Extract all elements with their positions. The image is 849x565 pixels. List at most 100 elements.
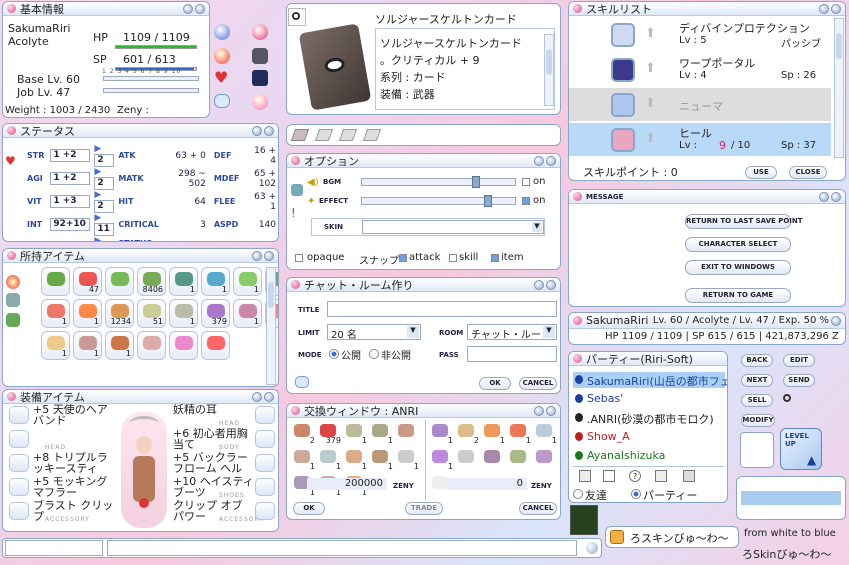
skill-row[interactable]: ⬆ ディバインプロテクション Lv : 5 パッシブ bbox=[569, 18, 831, 51]
trade-slot[interactable]: 1 bbox=[343, 448, 367, 472]
equip-slot-right[interactable]: +6 初心者用胸当て BODY bbox=[171, 428, 277, 451]
card-scrollbar[interactable] bbox=[544, 34, 554, 106]
attack-checkbox[interactable] bbox=[399, 254, 407, 262]
bgm-slider[interactable] bbox=[361, 176, 516, 188]
trade-slot[interactable]: 379 bbox=[317, 422, 341, 446]
skill-scrollbar[interactable] bbox=[834, 18, 844, 158]
trade-slot[interactable]: 1 bbox=[369, 448, 393, 472]
hotkey-slot-icon[interactable] bbox=[338, 129, 358, 141]
return-save-point-button[interactable]: RETURN TO LAST SAVE POINT bbox=[685, 214, 803, 229]
equip-slot-right[interactable]: クリップ オブ パワー ACCESSORY bbox=[171, 500, 277, 523]
raise-arrow-icon[interactable]: ▶ bbox=[94, 167, 101, 177]
emote-face-icon[interactable] bbox=[252, 94, 268, 110]
search-icon[interactable] bbox=[783, 394, 795, 406]
whisper-target-input[interactable] bbox=[5, 540, 103, 556]
status-orb-icon[interactable] bbox=[214, 24, 230, 40]
trade-slot[interactable] bbox=[395, 422, 419, 446]
raise-arrow-icon[interactable]: ▶ bbox=[94, 213, 101, 223]
equip-slot-left[interactable]: +5 天使のヘアバンド bbox=[7, 404, 117, 426]
minimize-button[interactable] bbox=[183, 3, 193, 14]
opaque-checkbox[interactable] bbox=[295, 254, 303, 262]
limit-select[interactable]: 20 名 ▼ bbox=[327, 324, 421, 340]
trade-slot[interactable]: 1 bbox=[395, 448, 419, 472]
party-member[interactable]: Sebas' bbox=[573, 391, 725, 407]
back-button[interactable]: BACK bbox=[741, 354, 773, 367]
inventory-slot[interactable]: 1 bbox=[201, 267, 230, 296]
inventory-slot[interactable] bbox=[201, 331, 230, 360]
chat-cancel-button[interactable]: CANCEL bbox=[519, 377, 557, 390]
trade-slot[interactable]: 2 bbox=[291, 422, 315, 446]
trade-slot[interactable]: 1 bbox=[481, 422, 505, 446]
skill-close-button[interactable]: CLOSE bbox=[789, 166, 827, 179]
inventory-slot[interactable]: 379 bbox=[201, 299, 230, 328]
inventory-slot[interactable] bbox=[41, 267, 70, 296]
effect-slider[interactable] bbox=[361, 195, 516, 207]
private-radio[interactable] bbox=[369, 349, 379, 359]
equip-orb-icon[interactable] bbox=[252, 24, 268, 40]
equip-slot-right[interactable]: +5 バックラーフローム ヘル bbox=[171, 452, 277, 474]
skill-use-button[interactable]: USE bbox=[745, 166, 777, 179]
return-to-game-button[interactable]: RETURN TO GAME bbox=[685, 288, 791, 303]
trade-slot[interactable]: 2 bbox=[455, 422, 479, 446]
link-icon[interactable] bbox=[655, 470, 667, 482]
trade-slot[interactable] bbox=[481, 448, 505, 472]
close-button[interactable] bbox=[264, 250, 274, 261]
equip-slot-right[interactable]: +10 ヘイスティブーツ SHOES bbox=[171, 476, 277, 499]
exit-windows-button[interactable]: EXIT TO WINDOWS bbox=[685, 260, 791, 275]
bgm-checkbox[interactable] bbox=[522, 178, 530, 186]
hotkey-slot-icon[interactable] bbox=[314, 129, 334, 141]
party-member[interactable]: Show_A bbox=[573, 429, 725, 445]
minimize-button[interactable] bbox=[252, 250, 262, 261]
inventory-scrollbar[interactable] bbox=[266, 267, 276, 385]
minimize-button[interactable] bbox=[252, 125, 262, 136]
equip-slot-right[interactable]: 妖精の耳 HEAD bbox=[171, 404, 277, 427]
edit-button[interactable]: EDIT bbox=[783, 354, 815, 367]
inventory-slot[interactable]: 1234 bbox=[105, 299, 134, 328]
hotkey-slot-icon[interactable] bbox=[362, 129, 382, 141]
skill-up-arrow-icon[interactable]: ⬆ bbox=[645, 96, 656, 111]
equip-slot-left[interactable]: ブラスト クリップ ACCESSORY bbox=[7, 500, 117, 523]
password-input[interactable] bbox=[467, 346, 557, 362]
window-icon[interactable] bbox=[291, 184, 303, 196]
raise-arrow-icon[interactable]: ▶ bbox=[94, 236, 101, 241]
inventory-slot[interactable]: 1 bbox=[41, 299, 70, 328]
mini-scroller[interactable] bbox=[570, 505, 598, 535]
trade-slot[interactable]: 1 bbox=[369, 422, 393, 446]
skill-up-arrow-icon[interactable]: ⬆ bbox=[645, 61, 656, 76]
close-button[interactable] bbox=[831, 191, 841, 202]
party-member[interactable]: SakumaRiri(山岳の都市フェ bbox=[573, 372, 727, 388]
minimize-button[interactable] bbox=[252, 391, 262, 402]
hotkey-slot-icon[interactable] bbox=[290, 129, 310, 141]
trade-slot[interactable]: 1 bbox=[317, 448, 341, 472]
trade-slot[interactable] bbox=[507, 448, 531, 472]
item-checkbox[interactable] bbox=[491, 254, 499, 262]
room-type-select[interactable]: チャット・ルー ▼ bbox=[467, 324, 557, 340]
skill-row[interactable]: ⬆ ヒール Lv : 9 / 10 Sp : 37 bbox=[569, 123, 831, 156]
close-button[interactable] bbox=[546, 405, 556, 416]
level-up-icon[interactable]: LEVEL UP ▲ bbox=[780, 428, 822, 470]
skin-select[interactable]: ▼ bbox=[362, 220, 544, 234]
trade-slot[interactable]: 1 bbox=[429, 448, 453, 472]
alert-icon[interactable]: ! bbox=[291, 206, 303, 220]
inventory-slot[interactable] bbox=[169, 331, 198, 360]
minimize-button[interactable] bbox=[534, 405, 544, 416]
party-member[interactable]: .ANRI(砂漠の都市モロク) bbox=[573, 410, 725, 426]
close-button[interactable] bbox=[831, 315, 841, 326]
minimize-button[interactable] bbox=[534, 155, 544, 166]
chat-ok-button[interactable]: OK bbox=[479, 377, 511, 390]
equip-slot-left[interactable]: +5 モッキングマフラー bbox=[7, 476, 117, 498]
inventory-slot[interactable]: 1 bbox=[169, 267, 198, 296]
trade-slot[interactable]: 1 bbox=[507, 422, 531, 446]
minimize-button[interactable] bbox=[819, 191, 829, 202]
cat-icon[interactable] bbox=[252, 48, 268, 64]
skill-up-arrow-icon[interactable]: ⬆ bbox=[645, 26, 656, 41]
equip-slot-left[interactable]: +8 トリプルラッキースティ bbox=[7, 452, 117, 474]
modify-button[interactable]: MODIFY bbox=[741, 414, 775, 427]
party-member[interactable]: AyanaIshizuka bbox=[573, 448, 725, 464]
trade-slot[interactable]: 1 bbox=[343, 422, 367, 446]
item-tab-usable-icon[interactable] bbox=[6, 275, 20, 289]
trade-slot[interactable]: 1 bbox=[533, 422, 557, 446]
sell-button[interactable]: SELL bbox=[741, 394, 773, 407]
room-title-input[interactable] bbox=[327, 301, 557, 317]
skill-row[interactable]: ⬆ ニューマ bbox=[569, 88, 831, 121]
